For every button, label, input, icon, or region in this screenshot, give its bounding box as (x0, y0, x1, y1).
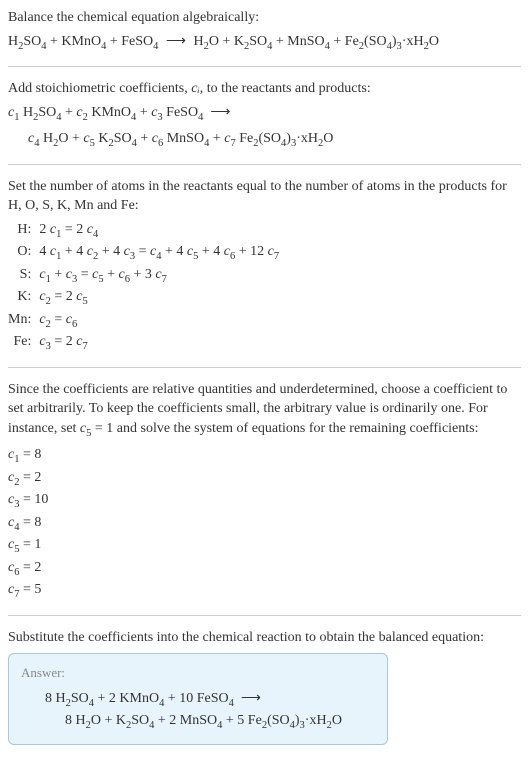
coeff-value: c7 = 5 (8, 580, 521, 602)
coefficient-list: c1 = 8 c2 = 2 c3 = 10 c4 = 8 c5 = 1 c6 =… (8, 445, 521, 602)
answer-line2: 8 H2O + K2SO4 + 2 MnSO4 + 5 Fe2(SO4)3·xH… (45, 711, 375, 733)
atom-label: S: (8, 265, 39, 287)
step4-section: Substitute the coefficients into the che… (8, 628, 521, 745)
unbalanced-equation: H2SO4 + KMnO4 + FeSO4 ⟶ H2O + K2SO4 + Mn… (8, 32, 521, 54)
ci-symbol: cᵢ (191, 81, 199, 96)
intro-section: Balance the chemical equation algebraica… (8, 8, 521, 54)
stoich-line1: c1 H2SO4 + c2 KMnO4 + c3 FeSO4 ⟶ (8, 105, 230, 120)
answer-line1: 8 H2SO4 + 2 KMnO4 + 10 FeSO4 ⟶ (45, 689, 375, 711)
step1-section: Add stoichiometric coefficients, cᵢ, to … (8, 79, 521, 152)
atom-label: Mn: (8, 310, 39, 332)
atom-label: O: (8, 242, 39, 264)
atom-label: K: (8, 287, 39, 309)
atom-equation: c2 = c6 (39, 310, 279, 332)
step2-section: Set the number of atoms in the reactants… (8, 177, 521, 355)
divider (8, 66, 521, 67)
table-row: O: 4 c1 + 4 c2 + 4 c3 = c4 + 4 c5 + 4 c6… (8, 242, 279, 264)
eq-lhs: H2SO4 + KMnO4 + FeSO4 (8, 34, 158, 49)
table-row: K: c2 = 2 c5 (8, 287, 279, 309)
table-row: H: 2 c1 = 2 c4 (8, 220, 279, 242)
atom-balance-table: H: 2 c1 = 2 c4 O: 4 c1 + 4 c2 + 4 c3 = c… (8, 220, 279, 355)
divider (8, 164, 521, 165)
atom-equation: c3 = 2 c7 (39, 332, 279, 354)
coeff-value: c2 = 2 (8, 468, 521, 490)
step2-text: Set the number of atoms in the reactants… (8, 177, 521, 216)
table-row: Fe: c3 = 2 c7 (8, 332, 279, 354)
atom-equation: c2 = 2 c5 (39, 287, 279, 309)
answer-label: Answer: (21, 664, 375, 682)
coeff-value: c4 = 8 (8, 513, 521, 535)
atom-equation: c1 + c3 = c5 + c6 + 3 c7 (39, 265, 279, 287)
atom-equation: 4 c1 + 4 c2 + 4 c3 = c4 + 4 c5 + 4 c6 + … (39, 242, 279, 264)
table-row: Mn: c2 = c6 (8, 310, 279, 332)
step3-text: Since the coefficients are relative quan… (8, 380, 521, 442)
atom-label: Fe: (8, 332, 39, 354)
atom-equation: 2 c1 = 2 c4 (39, 220, 279, 242)
coeff-value: c5 = 1 (8, 535, 521, 557)
coeff-value: c3 = 10 (8, 490, 521, 512)
eq-rhs: H2O + K2SO4 + MnSO4 + Fe2(SO4)3·xH2O (193, 34, 438, 49)
coeff-value: c6 = 2 (8, 558, 521, 580)
answer-content: 8 H2SO4 + 2 KMnO4 + 10 FeSO4 ⟶ 8 H2O + K… (21, 689, 375, 734)
coeff-value: c1 = 8 (8, 445, 521, 467)
step3-section: Since the coefficients are relative quan… (8, 380, 521, 603)
stoich-line2: c4 H2O + c5 K2SO4 + c6 MnSO4 + c7 Fe2(SO… (8, 129, 521, 151)
divider (8, 615, 521, 616)
atom-label: H: (8, 220, 39, 242)
answer-box: Answer: 8 H2SO4 + 2 KMnO4 + 10 FeSO4 ⟶ 8… (8, 653, 388, 744)
intro-text: Balance the chemical equation algebraica… (8, 8, 521, 28)
step4-text: Substitute the coefficients into the che… (8, 628, 521, 648)
table-row: S: c1 + c3 = c5 + c6 + 3 c7 (8, 265, 279, 287)
stoich-equation: c1 H2SO4 + c2 KMnO4 + c3 FeSO4 ⟶ (8, 103, 521, 125)
divider (8, 367, 521, 368)
arrow-icon: ⟶ (162, 34, 190, 49)
step1-text: Add stoichiometric coefficients, cᵢ, to … (8, 79, 521, 99)
